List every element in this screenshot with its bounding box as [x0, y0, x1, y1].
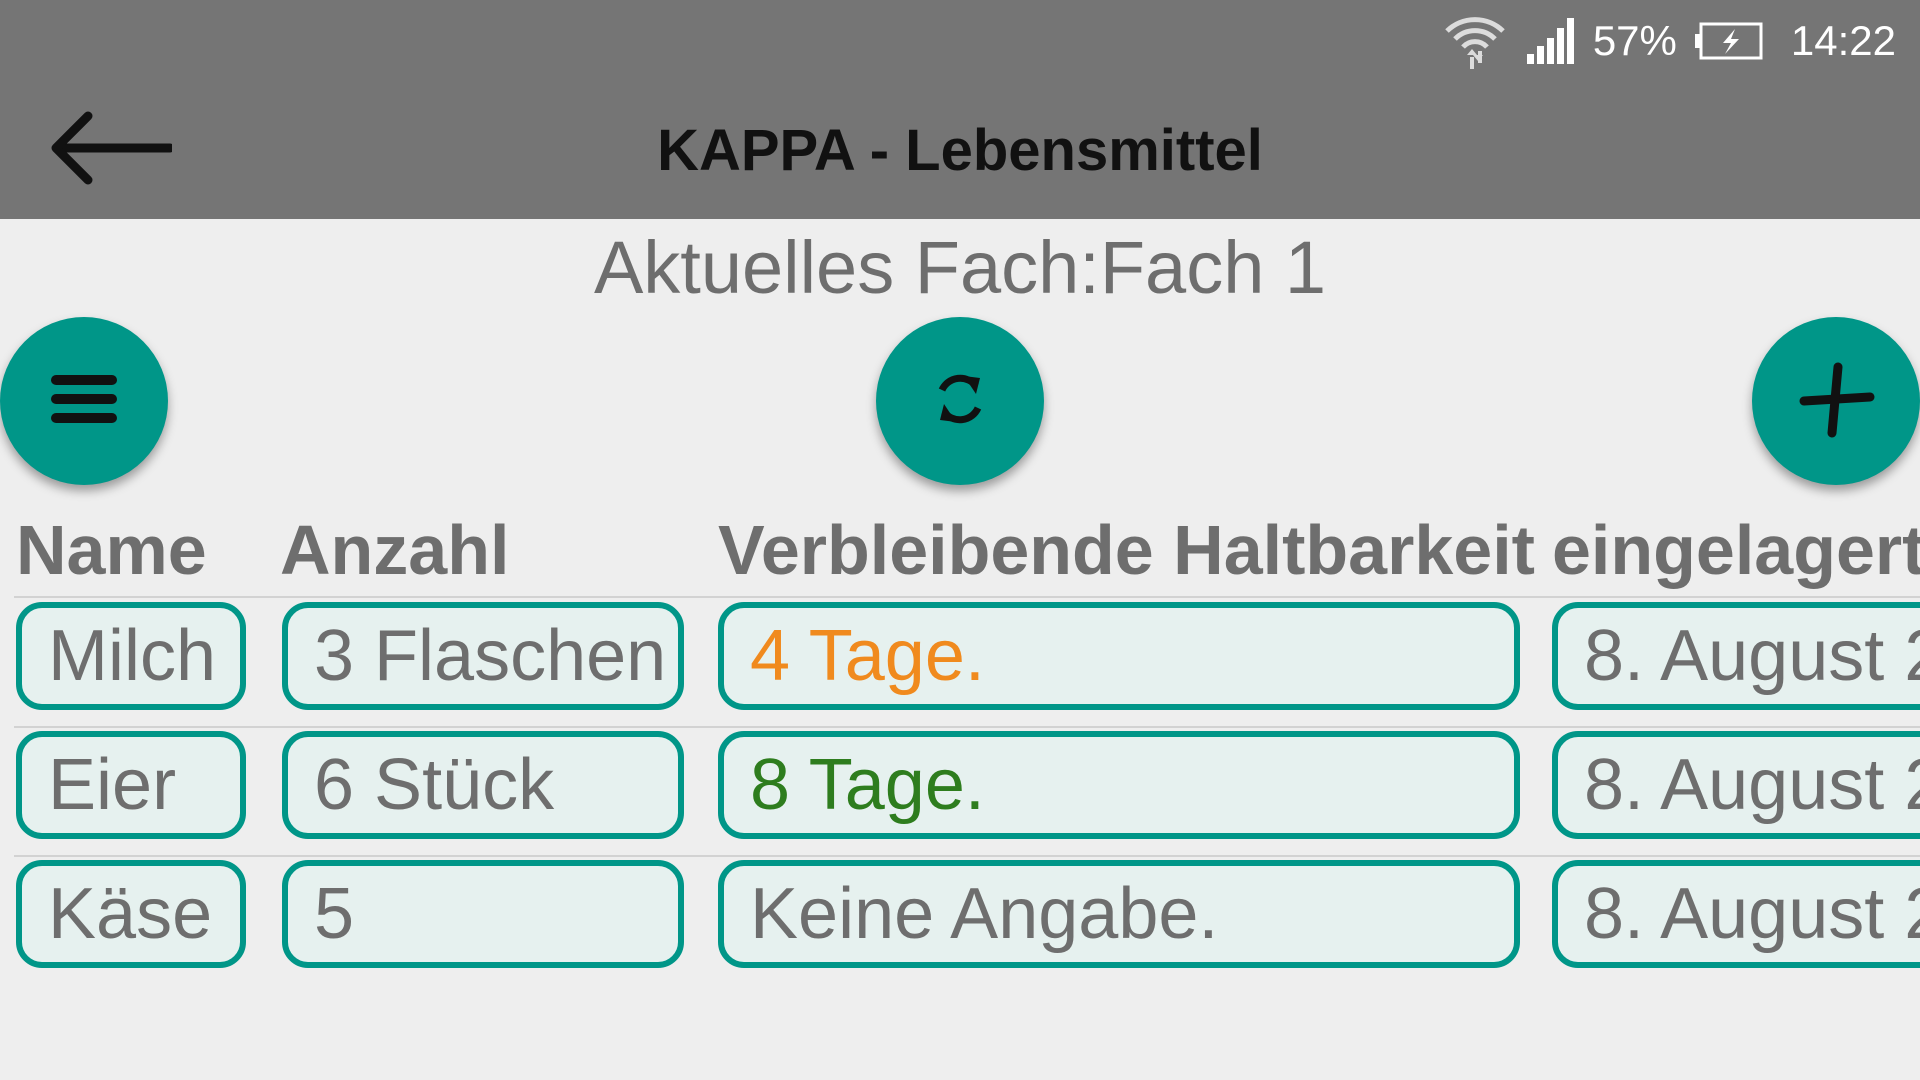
wifi-icon [1443, 9, 1507, 73]
arrow-left-icon [48, 108, 175, 193]
column-header-anzahl: Anzahl [280, 511, 510, 589]
cell-anzahl[interactable]: 6 Stück [282, 731, 684, 839]
page-title: KAPPA - Lebensmittel [657, 118, 1263, 183]
current-fach-label: Aktuelles Fach:Fach 1 [593, 226, 1327, 309]
cell-name[interactable]: Käse [16, 860, 246, 968]
app-toolbar: KAPPA - Lebensmittel [0, 82, 1920, 219]
back-button[interactable] [40, 100, 180, 200]
sync-icon [930, 364, 990, 439]
battery-percent: 57% [1592, 17, 1677, 64]
plus-icon [1796, 359, 1876, 444]
add-item-button[interactable] [1752, 317, 1920, 485]
cell-name[interactable]: Eier [16, 731, 246, 839]
clock: 14:22 [1790, 17, 1896, 64]
status-bar: 57% 14:22 [0, 0, 1920, 82]
column-header-name: Name [16, 511, 207, 589]
cell-eingelagert[interactable]: 8. August 2 [1552, 602, 1920, 710]
hamburger-menu-icon [49, 369, 119, 434]
cell-haltbarkeit[interactable]: 4 Tage. [718, 602, 1520, 710]
cell-eingelagert[interactable]: 8. August 2 [1552, 860, 1920, 968]
column-header-haltbarkeit: Verbleibende Haltbarkeit [718, 511, 1535, 589]
cell-haltbarkeit[interactable]: 8 Tage. [718, 731, 1520, 839]
cell-anzahl[interactable]: 5 [282, 860, 684, 968]
cell-haltbarkeit[interactable]: Keine Angabe. [718, 860, 1520, 968]
menu-button[interactable] [0, 317, 168, 485]
status-icons: 57% 14:22 [1443, 0, 1896, 82]
column-header-eingelagert: eingelagert [1552, 511, 1920, 589]
cell-anzahl[interactable]: 3 Flaschen [282, 602, 684, 710]
refresh-button[interactable] [876, 317, 1044, 485]
cell-eingelagert[interactable]: 8. August 2 [1552, 731, 1920, 839]
row-divider [14, 596, 1920, 598]
row-divider [14, 726, 1920, 728]
row-divider [14, 855, 1920, 857]
signal-icon [1525, 16, 1575, 66]
battery-icon [1694, 21, 1765, 61]
cell-name[interactable]: Milch [16, 602, 246, 710]
